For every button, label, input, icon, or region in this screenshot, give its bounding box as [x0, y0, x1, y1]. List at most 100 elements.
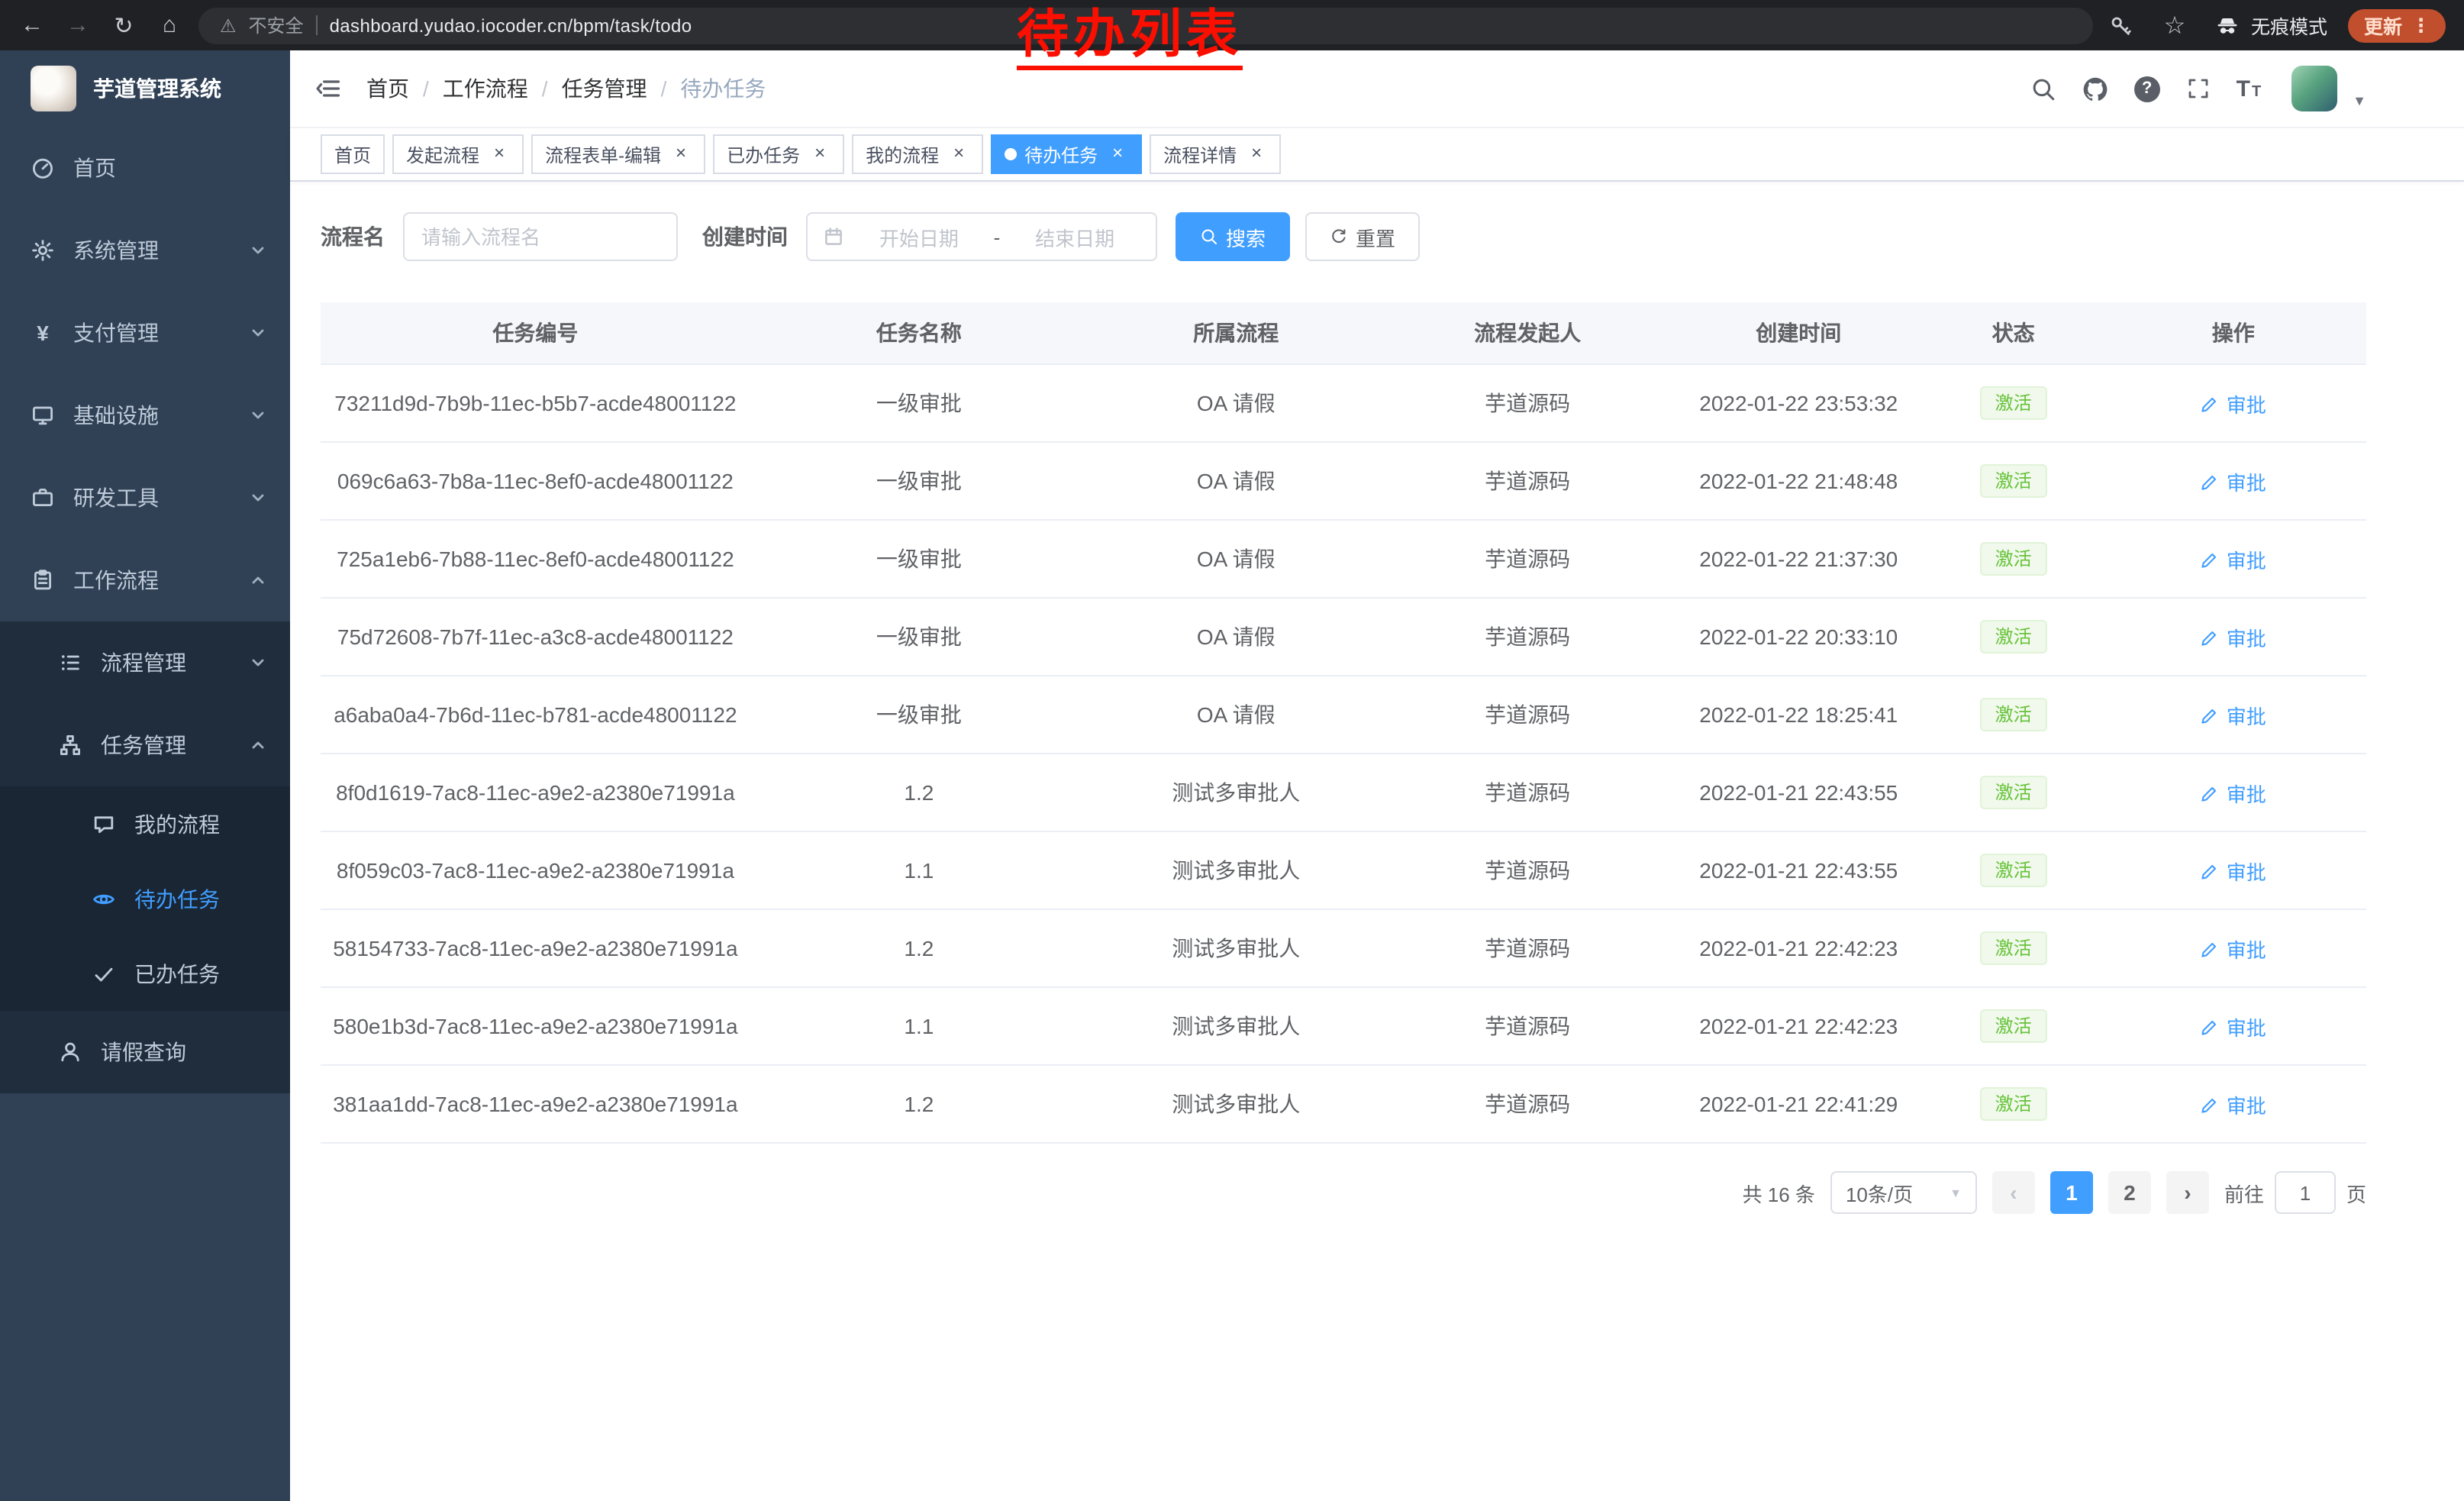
status-badge: 激活 — [1980, 620, 2047, 654]
breadcrumb: 首页 / 工作流程 / 任务管理 / 待办任务 — [366, 73, 766, 104]
check-icon — [92, 961, 116, 986]
tab[interactable]: 流程表单-编辑× — [531, 134, 705, 174]
tab-close-icon[interactable]: × — [670, 144, 692, 165]
reset-button[interactable]: 重置 — [1305, 212, 1420, 261]
tab[interactable]: 首页 — [321, 134, 385, 174]
tab-close-icon[interactable]: × — [948, 144, 969, 165]
breadcrumb-item-workflow[interactable]: 工作流程 — [443, 73, 528, 104]
tab-close-icon[interactable]: × — [1107, 144, 1128, 165]
approve-link[interactable]: 审批 — [2201, 1012, 2266, 1041]
active-tab-dot — [1005, 148, 1017, 160]
sidebar-item-workflow[interactable]: 工作流程 — [0, 539, 290, 621]
key-icon[interactable] — [2109, 13, 2133, 37]
approve-link[interactable]: 审批 — [2201, 1089, 2266, 1118]
cell-create-time: 2022-01-21 22:42:23 — [1671, 909, 1927, 987]
tab[interactable]: 流程详情× — [1150, 134, 1281, 174]
pagination-total: 共 16 条 — [1743, 1178, 1815, 1207]
tab-label: 首页 — [334, 141, 371, 167]
fullscreen-icon[interactable] — [2186, 76, 2211, 101]
column-header-status: 状态 — [1927, 302, 2101, 364]
goto-page-input[interactable] — [2275, 1171, 2336, 1214]
table-row: 75d72608-7b7f-11ec-a3c8-acde48001122一级审批… — [321, 598, 2366, 676]
table-row: 8f059c03-7ac8-11ec-a9e2-a2380e71991a1.1测… — [321, 831, 2366, 909]
approve-link[interactable]: 审批 — [2201, 466, 2266, 495]
pagination-page-2[interactable]: 2 — [2108, 1171, 2151, 1214]
sidebar-item-process-management[interactable]: 流程管理 — [0, 621, 290, 704]
overflow-menu-icon[interactable]: ⋮ — [2411, 14, 2430, 37]
tab[interactable]: 待办任务× — [991, 134, 1142, 174]
sidebar-item-payment[interactable]: ¥ 支付管理 — [0, 292, 290, 374]
sidebar-item-devtools[interactable]: 研发工具 — [0, 457, 290, 539]
chevron-down-icon — [250, 655, 266, 670]
app-logo[interactable]: 芋道管理系统 — [0, 50, 290, 127]
cell-process-name: 测试多审批人 — [1088, 1065, 1385, 1143]
tab[interactable]: 我的流程× — [852, 134, 983, 174]
edit-icon — [2201, 860, 2221, 880]
incognito-badge: 无痕模式 — [2216, 11, 2327, 40]
sidebar-item-home[interactable]: 首页 — [0, 127, 290, 209]
approve-link[interactable]: 审批 — [2201, 856, 2266, 885]
pagination-prev-button[interactable]: ‹ — [1992, 1171, 2035, 1214]
approve-label: 审批 — [2227, 1089, 2266, 1118]
approve-link[interactable]: 审批 — [2201, 778, 2266, 807]
cell-initiator: 芋道源码 — [1385, 909, 1671, 987]
sidebar-item-my-processes[interactable]: 我的流程 — [0, 786, 290, 861]
approve-link[interactable]: 审批 — [2201, 622, 2266, 651]
bookmark-star-icon[interactable]: ☆ — [2155, 5, 2195, 45]
table-row: 73211d9d-7b9b-11ec-b5b7-acde48001122一级审批… — [321, 364, 2366, 442]
sidebar-collapse-icon[interactable] — [314, 75, 342, 102]
sidebar-item-label: 支付管理 — [73, 318, 232, 348]
sidebar-item-todo-tasks[interactable]: 待办任务 — [0, 861, 290, 936]
browser-forward-button[interactable]: → — [58, 5, 98, 45]
date-range-picker[interactable]: 开始日期 - 结束日期 — [806, 212, 1157, 261]
tab[interactable]: 已办任务× — [713, 134, 844, 174]
sidebar-menu: 首页 系统管理 ¥ 支付管理 基础设施 — [0, 127, 290, 1093]
approve-label: 审批 — [2227, 856, 2266, 885]
avatar-caret-icon[interactable]: ▼ — [2353, 93, 2366, 108]
approve-link[interactable]: 审批 — [2201, 544, 2266, 573]
chevron-down-icon — [250, 243, 266, 258]
browser-home-button[interactable]: ⌂ — [150, 5, 189, 45]
cell-create-time: 2022-01-22 23:53:32 — [1671, 364, 1927, 442]
search-button[interactable]: 搜索 — [1176, 212, 1290, 261]
briefcase-icon — [31, 486, 55, 510]
approve-link[interactable]: 审批 — [2201, 389, 2266, 418]
breadcrumb-item-home[interactable]: 首页 — [366, 73, 409, 104]
tab-close-icon[interactable]: × — [1246, 144, 1267, 165]
sidebar-item-done-tasks[interactable]: 已办任务 — [0, 936, 290, 1011]
browser-back-button[interactable]: ← — [12, 5, 52, 45]
breadcrumb-item-task-management[interactable]: 任务管理 — [562, 73, 647, 104]
approve-link[interactable]: 审批 — [2201, 934, 2266, 963]
cell-actions: 审批 — [2101, 676, 2366, 754]
tab[interactable]: 发起流程× — [392, 134, 524, 174]
font-size-icon[interactable]: TT — [2237, 77, 2262, 100]
sidebar-item-leave-query[interactable]: 请假查询 — [0, 1011, 290, 1093]
sidebar-item-system[interactable]: 系统管理 — [0, 209, 290, 292]
cell-actions: 审批 — [2101, 909, 2366, 987]
status-badge: 激活 — [1980, 1009, 2047, 1044]
github-icon[interactable] — [2082, 76, 2108, 102]
tab-close-icon[interactable]: × — [489, 144, 510, 165]
page-content: 流程名 创建时间 开始日期 - 结束日期 搜索 重 — [290, 182, 2464, 1501]
sidebar-item-infrastructure[interactable]: 基础设施 — [0, 374, 290, 457]
browser-update-button[interactable]: 更新 ⋮ — [2349, 8, 2446, 42]
help-icon[interactable]: ? — [2134, 76, 2160, 102]
approve-link[interactable]: 审批 — [2201, 700, 2266, 729]
cell-initiator: 芋道源码 — [1385, 831, 1671, 909]
sidebar-item-task-management[interactable]: 任务管理 — [0, 704, 290, 786]
process-name-input[interactable] — [403, 212, 678, 261]
browser-reload-button[interactable]: ↻ — [104, 5, 144, 45]
pagination-page-1[interactable]: 1 — [2050, 1171, 2093, 1214]
security-label[interactable]: 不安全 — [249, 12, 304, 38]
browser-nav-buttons: ← → ↻ ⌂ — [0, 5, 198, 45]
goto-suffix: 页 — [2346, 1178, 2366, 1207]
pagination-next-button[interactable]: › — [2166, 1171, 2209, 1214]
page-size-select[interactable]: 10条/页 ▼ — [1830, 1171, 1977, 1214]
status-badge: 激活 — [1980, 464, 2047, 499]
sidebar-item-label: 任务管理 — [101, 730, 232, 760]
search-icon[interactable] — [2030, 76, 2056, 102]
tab-close-icon[interactable]: × — [809, 144, 830, 165]
user-avatar[interactable] — [2291, 66, 2337, 111]
status-badge: 激活 — [1980, 931, 2047, 966]
browser-controls: ☆ 无痕模式 更新 ⋮ — [2109, 5, 2464, 45]
